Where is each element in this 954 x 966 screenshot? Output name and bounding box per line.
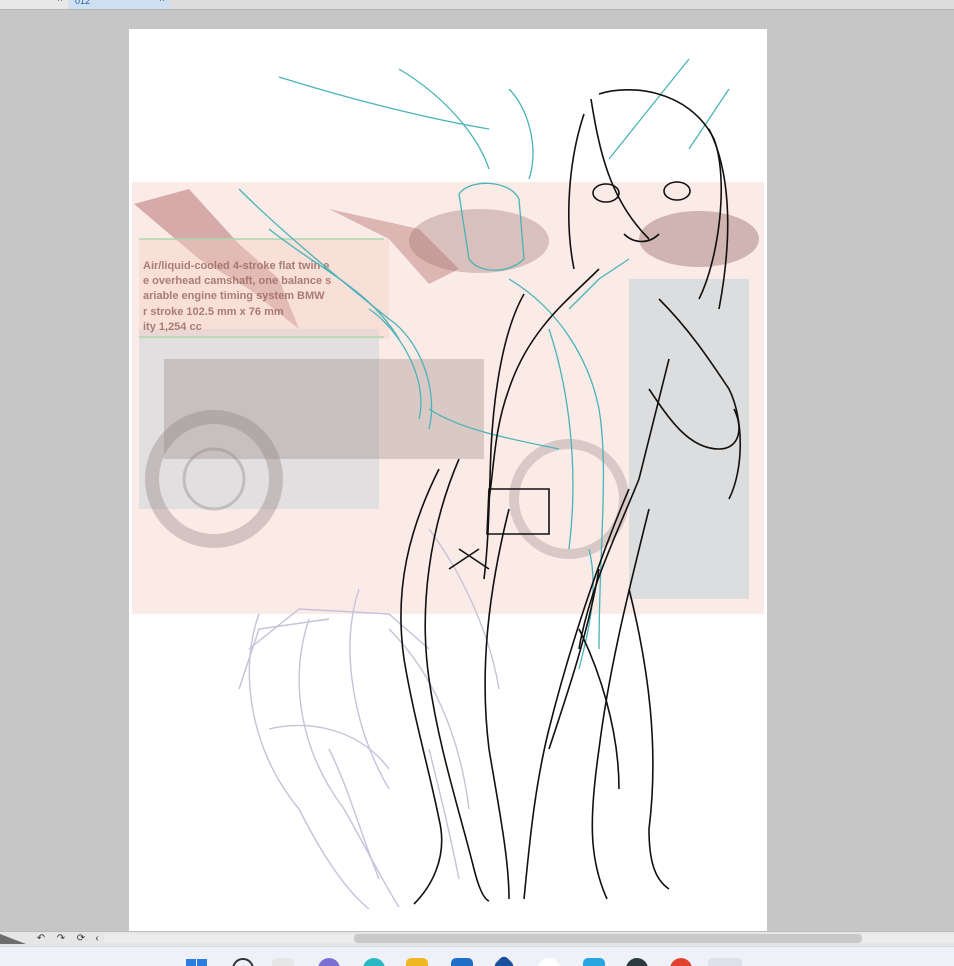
reference-text-line3: ariable engine timing system BMW: [143, 290, 325, 302]
app-icon-blue[interactable]: [492, 954, 516, 966]
canvas-workspace[interactable]: Air/liquid-cooled 4-stroke flat twin e e…: [0, 10, 954, 931]
tab-active-document[interactable]: 012 ×: [69, 0, 170, 9]
canvas-status-bar: ↶ ↷ ⟳ ‹: [0, 931, 954, 946]
rotate-icon[interactable]: ⟳: [75, 933, 87, 945]
close-icon[interactable]: ×: [159, 0, 165, 5]
drawing-canvas[interactable]: Air/liquid-cooled 4-stroke flat twin e e…: [129, 29, 767, 931]
document-tab-bar: × 012 ×: [0, 0, 954, 10]
tab-label: 012: [75, 0, 91, 6]
reference-text-line5: ity 1,254 cc: [143, 321, 202, 333]
reference-text-line1: Air/liquid-cooled 4-stroke flat twin e: [143, 260, 329, 272]
undo-icon[interactable]: ↶: [35, 933, 47, 945]
navigator-corner-icon[interactable]: [0, 932, 28, 946]
horizontal-scrollbar-thumb[interactable]: [354, 934, 862, 943]
windows-taskbar: [0, 946, 954, 966]
reference-text-line4: r stroke 102.5 mm x 76 mm: [143, 306, 284, 318]
redo-icon[interactable]: ↷: [55, 933, 67, 945]
scroll-left-icon[interactable]: ‹: [91, 933, 103, 945]
artwork-layers: Air/liquid-cooled 4-stroke flat twin e e…: [132, 58, 764, 910]
tab-previous-document[interactable]: ×: [0, 0, 68, 9]
close-icon[interactable]: ×: [57, 0, 63, 5]
reference-text-line2: e overhead camshaft, one balance s: [143, 275, 331, 287]
reference-image-layer: Air/liquid-cooled 4-stroke flat twin e e…: [132, 182, 764, 614]
